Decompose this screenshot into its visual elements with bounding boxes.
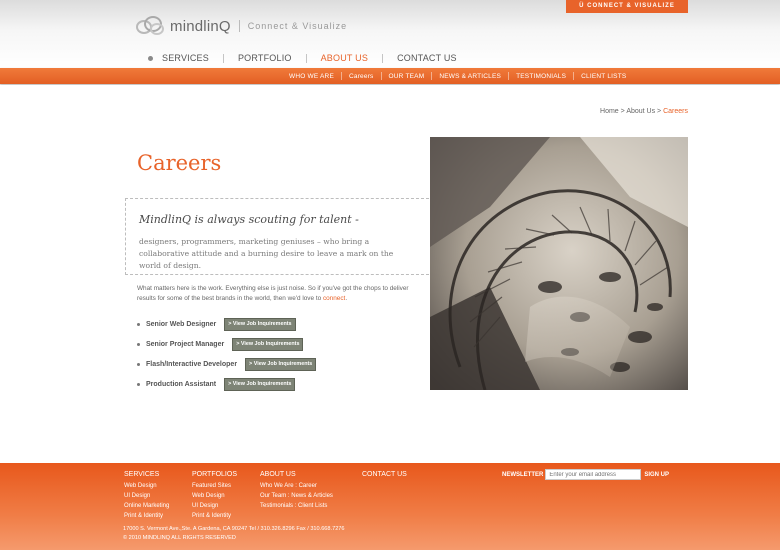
logo-mark-icon [136,14,166,38]
footer-link[interactable]: UI Design [124,491,169,501]
footer-services: SERVICES Web Design UI Design Online Mar… [124,470,169,521]
subnav-our-team[interactable]: OUR TEAM [382,73,432,80]
footer-link[interactable]: Featured Sites [192,481,237,491]
job-item: Flash/Interactive Developer > View Job I… [137,354,317,374]
job-title: Production Assistant [146,380,217,388]
breadcrumb-about[interactable]: About Us [626,108,655,115]
subnav-news-articles[interactable]: NEWS & ARTICLES [432,73,508,80]
job-item: Production Assistant > View Job Inquirem… [137,374,316,394]
intro-callout: MindlinQ is always scouting for talent -… [125,198,429,275]
footer-link[interactable]: Web Design [192,491,237,501]
view-job-button[interactable]: > View Job Inquirements [245,357,317,371]
job-title: Senior Project Manager [146,340,225,348]
subnav-careers[interactable]: Careers [342,73,381,80]
logo-name: mindlinQ [170,17,231,35]
page-title: Careers [137,151,222,175]
newsletter-form: NEWSLETTER SIGN UP [502,469,669,480]
nav-contact-us[interactable]: CONTACT US [383,53,471,63]
footer-contact: CONTACT US [362,470,407,480]
intro-heading: MindlinQ is always scouting for talent - [139,213,359,226]
connect-link[interactable]: connect [323,295,345,302]
subnav-testimonials[interactable]: TESTIMONIALS [509,73,573,80]
breadcrumb-separator: > [655,108,664,115]
main-content: Home > About Us > Careers Careers Mindli… [0,85,780,463]
breadcrumb: Home > About Us > Careers [600,108,688,115]
footer-heading: SERVICES [124,471,160,478]
staircase-image [430,137,688,390]
subnav-who-we-are[interactable]: WHO WE ARE [282,73,341,80]
footer-link[interactable]: UI Design [192,501,237,511]
newsletter-email-input[interactable] [545,469,642,480]
view-job-button[interactable]: > View Job Inquirements [232,337,304,351]
footer-address: 17000 S. Vermont Ave.,Ste. A Gardena, CA… [123,526,345,532]
bullet-icon [137,382,140,386]
job-item: Senior Web Designer > View Job Inquireme… [137,314,316,334]
footer-link[interactable]: Who We Are : Career [260,481,333,491]
footer-portfolios: PORTFOLIOS Featured Sites Web Design UI … [192,470,237,521]
site-footer: SERVICES Web Design UI Design Online Mar… [0,463,780,550]
logo[interactable]: mindlinQ Connect & Visualize [136,13,347,39]
site-header: Ü CONNECT & VISUALIZE mindlinQ Connect &… [0,0,780,68]
intro-text: designers, programmers, marketing genius… [139,237,394,270]
body-text-end: . [345,295,348,302]
nav-portfolio[interactable]: PORTFOLIO [224,53,306,63]
body-text-content: What matters here is the work. Everythin… [137,285,409,302]
footer-heading: ABOUT US [260,471,296,478]
footer-link[interactable]: Print & Identity [124,511,169,521]
bullet-icon [137,342,140,346]
bullet-icon [137,322,140,326]
footer-copyright: © 2010 MINDLINQ ALL RIGHTS RESERVED [123,535,236,541]
footer-heading: PORTFOLIOS [192,471,237,478]
footer-link[interactable]: Testimonials : Client Lists [260,501,333,511]
nav-services[interactable]: SERVICES [162,53,223,63]
footer-link[interactable]: Print & Identity [192,511,237,521]
main-nav: SERVICES PORTFOLIO ABOUT US CONTACT US [148,52,471,64]
top-tagline-tab[interactable]: Ü CONNECT & VISUALIZE [566,0,688,13]
nav-bullet-icon [148,55,153,61]
view-job-button[interactable]: > View Job Inquirements [224,377,296,391]
footer-contact-link[interactable]: CONTACT US [362,471,407,478]
nav-about-us[interactable]: ABOUT US [307,53,382,63]
breadcrumb-current: Careers [663,108,688,115]
logo-divider [238,20,240,32]
body-text: What matters here is the work. Everythin… [137,284,422,304]
sub-nav-bar: WHO WE ARE Careers OUR TEAM NEWS & ARTIC… [0,68,780,84]
footer-link[interactable]: Online Marketing [124,501,169,511]
newsletter-label: NEWSLETTER [502,471,544,478]
spiral-staircase-photo [430,137,688,390]
footer-link[interactable]: Web Design [124,481,169,491]
sign-up-button[interactable]: SIGN UP [644,472,669,478]
bullet-icon [137,362,140,366]
job-list: Senior Web Designer > View Job Inquireme… [137,314,317,394]
logo-tagline: Connect & Visualize [247,21,348,31]
breadcrumb-home[interactable]: Home [600,108,619,115]
subnav-client-lists[interactable]: CLIENT LISTS [574,73,633,80]
view-job-button[interactable]: > View Job Inquirements [224,317,296,331]
footer-link[interactable]: Our Team : News & Articles [260,491,333,501]
footer-about: ABOUT US Who We Are : Career Our Team : … [260,470,333,511]
job-title: Flash/Interactive Developer [146,360,238,368]
footer-address-block: 17000 S. Vermont Ave.,Ste. A Gardena, CA… [123,525,345,543]
job-title: Senior Web Designer [146,320,217,328]
job-item: Senior Project Manager > View Job Inquir… [137,334,316,354]
